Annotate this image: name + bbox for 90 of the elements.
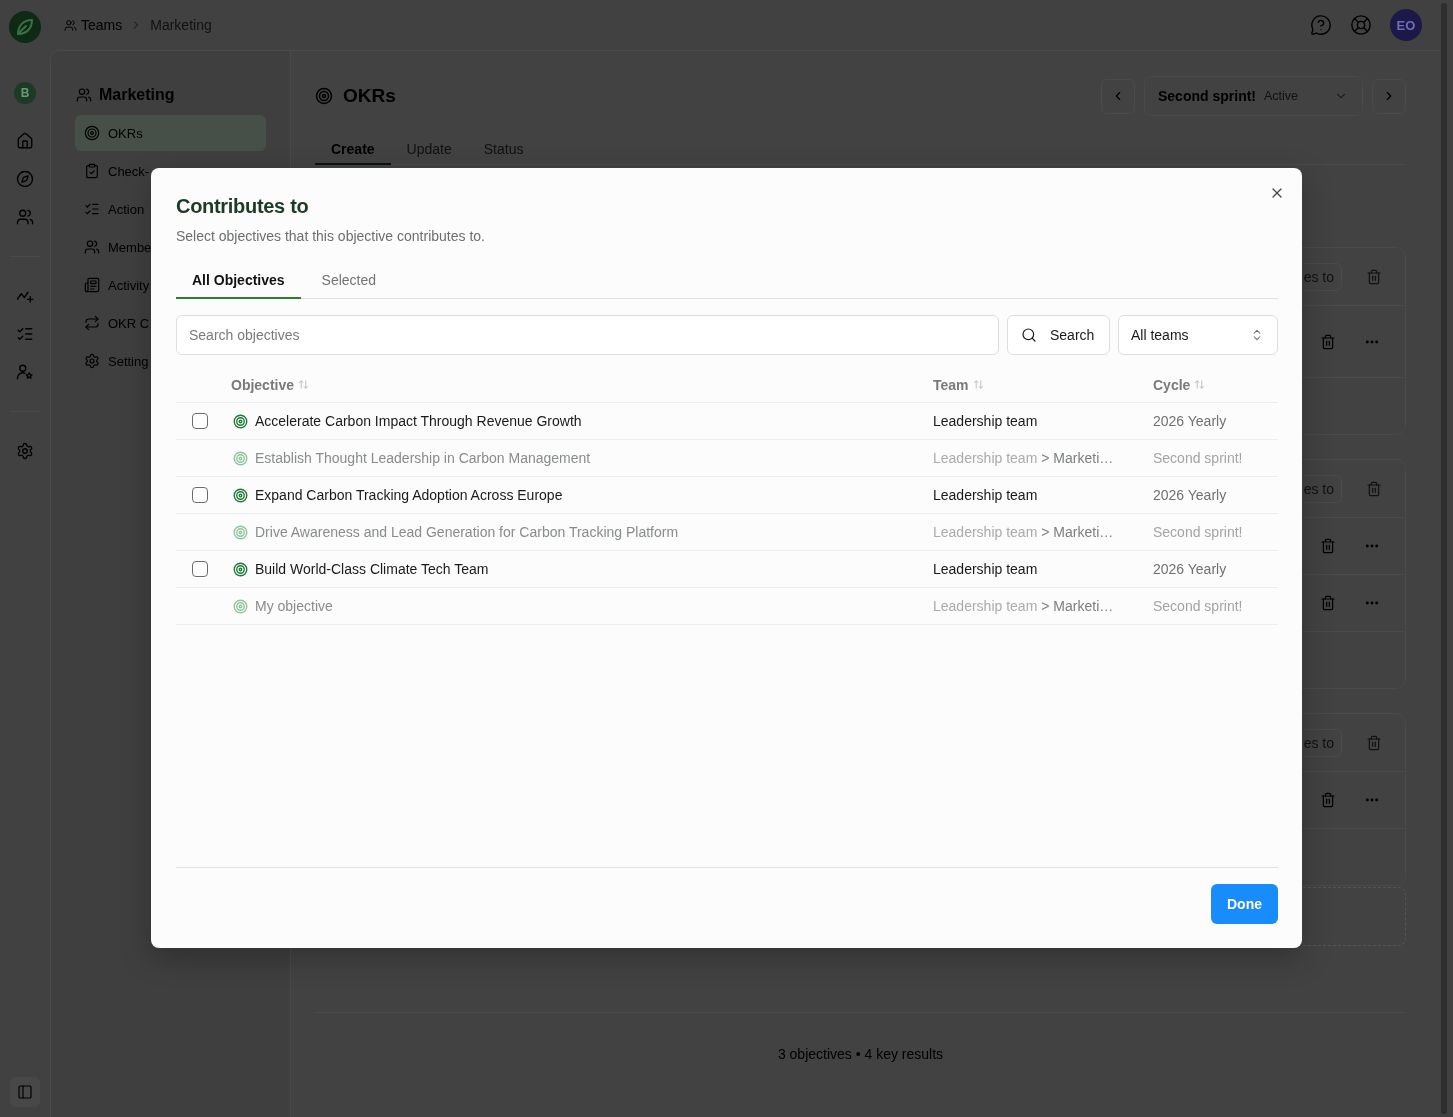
tab[interactable]: Create [315,133,391,165]
page-title: OKRs [343,85,396,107]
column-header[interactable]: Team [933,376,969,393]
sidebar-item[interactable]: Setting [75,343,158,379]
target-icon [84,125,100,141]
objective-title: Accelerate Carbon Impact Through Revenue Growth [255,413,582,429]
list-checks-icon[interactable] [16,325,34,343]
cycle-name: 2026 Yearly [1153,561,1227,577]
sidebar-title: Marketing [99,86,175,104]
team-name: > Marketi… [1041,450,1114,466]
target-icon [315,87,333,105]
target-icon [233,450,248,466]
sidebar-item[interactable]: OKR C [75,305,159,341]
parent-team-name: Leadership team [933,450,1038,466]
compass-icon[interactable] [16,170,34,188]
cycle-name: 2026 Yearly [1153,413,1227,429]
users-icon[interactable] [16,208,34,226]
search-field[interactable]: Search objectives [176,315,999,355]
trash-icon[interactable] [1366,480,1382,497]
trash-icon[interactable] [1366,734,1382,751]
settings-icon [84,353,100,369]
trash-icon[interactable] [1366,268,1382,285]
target-icon [233,561,248,577]
breadcrumb-link[interactable]: Teams [81,17,123,33]
help-icon[interactable] [1310,14,1332,36]
users-icon [84,239,100,255]
team-name: Leadership team [933,561,1038,577]
sort-icon[interactable] [298,379,310,390]
cycle-name: Second sprint! [1153,524,1243,540]
tab[interactable]: Selected [305,262,393,299]
trash-icon[interactable] [1320,792,1336,808]
scrollbar-thumb[interactable] [1441,3,1447,1114]
workspace-avatar[interactable]: B [14,82,36,104]
logo-icon[interactable] [9,11,41,43]
sidebar-item[interactable]: Membe [75,229,161,265]
trash-icon[interactable] [1320,333,1336,350]
team-name: Leadership team [933,413,1038,429]
parent-team-name: Leadership team [933,524,1038,540]
list-checks-icon [84,201,100,217]
objective-title: Establish Thought Leadership in Carbon Management [255,450,591,466]
target-icon [233,487,248,503]
cycle-name: 2026 Yearly [1153,487,1227,503]
cycle-name: Second sprint! [1153,450,1243,466]
users-icon [64,18,77,32]
clipboard-check-icon [84,163,100,179]
previous-button[interactable] [1101,78,1135,114]
parent-team-name: Leadership team [933,598,1038,614]
dialog-subtitle: Select objectives that this objective contributes to. [176,227,485,246]
tab[interactable]: All Objectives [176,262,301,299]
team-name: > Marketi… [1041,598,1114,614]
trash-icon[interactable] [1320,538,1336,554]
column-header[interactable]: Cycle [1153,376,1191,393]
newspaper-icon [84,277,100,293]
team-select[interactable]: All teams [1118,315,1278,355]
search-button[interactable]: Search [1007,315,1110,355]
cycle-name: Second sprint! [1153,598,1243,614]
sidebar-toggle-button[interactable] [10,1077,40,1107]
trash-icon[interactable] [1320,595,1336,611]
checkbox[interactable] [192,561,208,577]
done-button[interactable]: Done [1211,884,1278,924]
team-name: > Marketi… [1041,524,1114,540]
sidebar-item[interactable]: OKRs [75,115,266,151]
sidebar-item[interactable]: Check- [75,153,159,189]
column-header[interactable]: Objective [231,376,295,393]
dialog-title: Contributes to [176,194,309,218]
objective-title: My objective [255,598,333,614]
panel-left-icon [17,1084,33,1100]
sort-icon[interactable] [972,379,984,390]
next-button[interactable] [1372,78,1406,114]
checkbox[interactable] [192,413,208,429]
summary-text: 3 objectives • 4 key results [777,1046,944,1062]
repeat-arrows-icon [84,315,100,331]
sort-icon[interactable] [1194,379,1206,390]
target-icon [233,413,248,429]
sidebar-item[interactable]: Activity [75,267,159,303]
team-name: Leadership team [933,487,1038,503]
checkbox[interactable] [192,487,208,503]
target-icon [233,524,248,540]
objective-title: Expand Carbon Tracking Adoption Across Europe [255,487,563,503]
sidebar-item[interactable]: Action [75,191,154,227]
home-icon[interactable] [16,132,34,150]
user-star-icon[interactable] [16,363,34,381]
objective-title: Build World-Class Climate Tech Team [255,561,489,577]
user-avatar[interactable]: EO [1390,9,1422,41]
target-icon [233,598,248,614]
objective-title: Drive Awareness and Lead Generation for Carbon Tracking Platform [255,524,679,540]
search-icon [1021,327,1037,343]
lifebuoy-icon[interactable] [1350,14,1372,36]
users-icon [76,87,92,103]
settings-icon[interactable] [16,442,34,460]
